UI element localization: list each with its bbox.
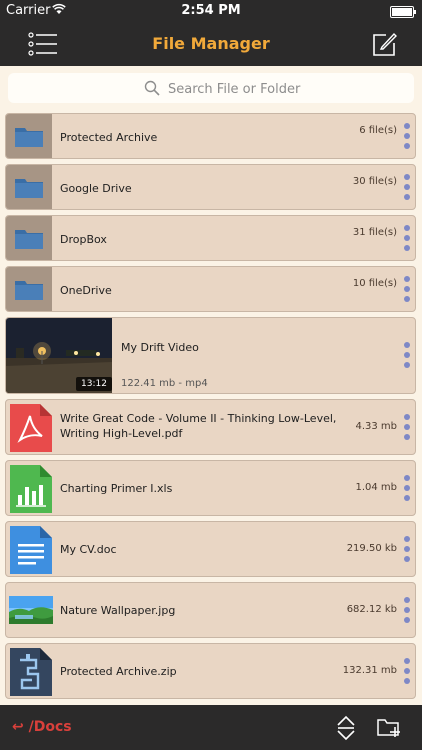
more-options-icon[interactable] [404, 174, 410, 204]
folder-icon [6, 267, 52, 311]
more-options-icon[interactable] [404, 536, 410, 566]
more-options-icon[interactable] [404, 475, 410, 505]
battery-icon [390, 6, 416, 18]
item-size: 219.50 kb [346, 543, 397, 554]
search-input[interactable] [166, 77, 390, 101]
folder-icon [6, 114, 52, 158]
item-name: OneDrive [60, 284, 112, 297]
list-item[interactable]: Protected Archive 6 file(s) [5, 113, 416, 159]
sort-icon[interactable] [336, 715, 356, 741]
list-item[interactable]: My CV.doc 219.50 kb [5, 521, 416, 577]
more-options-icon[interactable] [404, 414, 410, 444]
status-bar: Carrier 2:54 PM [0, 0, 422, 22]
item-name: My Drift Video [121, 341, 199, 354]
clock: 2:54 PM [181, 3, 241, 18]
list-item[interactable]: 13:12 My Drift Video 122.41 mb - mp4 [5, 317, 416, 394]
item-size: 10 file(s) [352, 278, 397, 289]
item-name: DropBox [60, 233, 107, 246]
item-name: Charting Primer I.xls [60, 482, 173, 495]
item-name: Protected Archive [60, 131, 158, 144]
more-options-icon[interactable] [404, 123, 410, 153]
pdf-file-icon [10, 404, 52, 454]
item-name: Protected Archive.zip [60, 665, 177, 678]
item-size: 30 file(s) [352, 176, 397, 187]
item-size: 6 file(s) [359, 125, 397, 136]
more-options-icon[interactable] [404, 225, 410, 255]
bottom-toolbar: ↩ /Docs [0, 705, 422, 750]
document-file-icon [10, 526, 52, 576]
item-details: 122.41 mb - mp4 [121, 378, 208, 389]
more-options-icon[interactable] [404, 276, 410, 306]
more-options-icon[interactable] [404, 342, 410, 372]
list-item[interactable]: Nature Wallpaper.jpg 682.12 kb [5, 582, 416, 638]
list-item[interactable]: Write Great Code - Volume II - Thinking … [5, 399, 416, 455]
item-size: 4.33 mb [355, 421, 397, 432]
search-area [0, 66, 422, 110]
compose-icon[interactable] [370, 30, 398, 58]
list-item[interactable]: OneDrive 10 file(s) [5, 266, 416, 312]
video-duration: 13:12 [76, 377, 112, 391]
spreadsheet-file-icon [10, 465, 52, 515]
item-size: 132.31 mb [342, 665, 397, 676]
search-icon [144, 80, 160, 96]
current-path[interactable]: ↩ /Docs [12, 719, 72, 735]
list-item[interactable]: Charting Primer I.xls 1.04 mb [5, 460, 416, 516]
list-item[interactable]: Protected Archive.zip 132.31 mb [5, 643, 416, 699]
item-size: 31 file(s) [352, 227, 397, 238]
image-thumbnail [9, 596, 53, 637]
list-item[interactable]: Google Drive 30 file(s) [5, 164, 416, 210]
item-size: 682.12 kb [346, 604, 397, 615]
navigation-bar: File Manager [0, 22, 422, 66]
search-bar[interactable] [8, 73, 414, 103]
item-size: 1.04 mb [355, 482, 397, 493]
item-name: Google Drive [60, 182, 132, 195]
folder-icon [6, 165, 52, 209]
page-title: File Manager [152, 34, 270, 53]
more-options-icon[interactable] [404, 597, 410, 627]
more-options-icon[interactable] [404, 658, 410, 688]
item-name: My CV.doc [60, 543, 117, 556]
list-item[interactable]: DropBox 31 file(s) [5, 215, 416, 261]
archive-file-icon [10, 648, 52, 698]
item-name: Nature Wallpaper.jpg [60, 604, 176, 617]
new-folder-icon[interactable] [376, 716, 402, 738]
item-name: Write Great Code - Volume II - Thinking … [60, 412, 337, 440]
folder-icon [6, 216, 52, 260]
